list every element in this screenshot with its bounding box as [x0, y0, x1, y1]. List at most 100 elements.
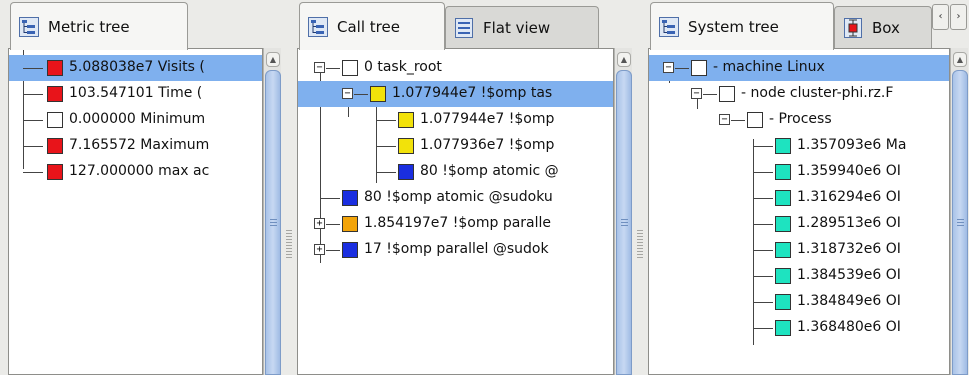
tree-row-label: 1.289513e6 OI — [797, 215, 901, 231]
tab-scroll-left-button[interactable]: ‹ — [932, 4, 949, 30]
tree-row-label: 0.000000 Minimum — [69, 111, 206, 127]
tree-connector-line — [23, 146, 43, 147]
tree-row[interactable]: 5.088038e7 Visits ( — [9, 55, 262, 81]
tree-row[interactable]: 127.000000 max ac — [9, 159, 262, 185]
color-swatch-icon — [775, 190, 791, 206]
tree-row-label: 1.316294e6 OI — [797, 189, 901, 205]
tree-row[interactable]: 1.384849e6 OI — [649, 289, 949, 315]
system-tree-view[interactable]: - machine Linux − - node cluster-phi.rz.F −… — [648, 48, 950, 375]
chevron-left-icon: ‹ — [938, 11, 943, 22]
tree-row[interactable]: 0 task_root — [298, 55, 613, 81]
call-tree-view[interactable]: 0 task_root − 1.077944e7 !$omp tas − 1.07794… — [297, 48, 614, 375]
tree-connector-line — [753, 224, 773, 225]
expand-toggle-icon[interactable]: + — [314, 218, 325, 229]
tree-row[interactable]: 1.357093e6 Ma — [649, 133, 949, 159]
tab-system-tree[interactable]: System tree — [650, 2, 834, 50]
tab-box-plot[interactable]: Box — [834, 6, 932, 48]
tree-row[interactable]: 1.359940e6 OI — [649, 159, 949, 185]
tab-label: Call tree — [337, 17, 400, 36]
color-swatch-icon — [775, 242, 791, 258]
scrollbar-thumb[interactable] — [265, 70, 281, 375]
tree-icon — [19, 16, 39, 37]
tree-row-label: 80 !$omp atomic @sudoku — [364, 189, 553, 205]
scrollbar-thumb[interactable] — [952, 70, 968, 375]
tab-metric-tree[interactable]: Metric tree — [10, 2, 188, 50]
tree-row[interactable]: 1.316294e6 OI — [649, 185, 949, 211]
scroll-up-arrow-icon[interactable]: ▲ — [617, 52, 631, 67]
tree-row[interactable]: 1.077944e7 !$omp — [298, 107, 613, 133]
scrollbar-thumb[interactable] — [616, 70, 632, 375]
tree-row[interactable]: 1.384539e6 OI — [649, 263, 949, 289]
tree-row[interactable]: 1.854197e7 !$omp paralle — [298, 211, 613, 237]
tree-row-label: 1.318732e6 OI — [797, 241, 901, 257]
panel-splitter[interactable] — [286, 230, 292, 258]
color-swatch-icon — [691, 60, 707, 76]
tree-row-label: 17 !$omp parallel @sudok — [364, 241, 549, 257]
tree-row[interactable]: 80 !$omp atomic @ — [298, 159, 613, 185]
call-panel: Call tree Flat view 0 task_root − 1.077944… — [297, 0, 634, 375]
tree-connector-line — [376, 146, 396, 147]
tree-connector-line — [23, 172, 43, 173]
tree-row[interactable]: 7.165572 Maximum — [9, 133, 262, 159]
expand-toggle-icon[interactable]: − — [342, 88, 353, 99]
tree-row[interactable]: 1.318732e6 OI — [649, 237, 949, 263]
color-swatch-icon — [47, 86, 63, 102]
system-panel: System tree Box ‹ › - machine Linux − - no… — [648, 0, 969, 375]
tree-row-label: 1.384539e6 OI — [797, 267, 901, 283]
tree-row-label: 127.000000 max ac — [69, 163, 210, 179]
tree-row[interactable]: 103.547101 Time ( — [9, 81, 262, 107]
tree-row-label: 5.088038e7 Visits ( — [69, 59, 205, 75]
color-swatch-icon — [342, 190, 358, 206]
metric-tree-view[interactable]: 5.088038e7 Visits ( 103.547101 Time ( 0.00… — [8, 48, 263, 375]
system-scrollbar[interactable]: ▲ — [950, 48, 968, 375]
call-tab-bar: Call tree Flat view — [297, 0, 634, 50]
call-scrollbar[interactable]: ▲ — [614, 48, 632, 375]
tab-label: System tree — [688, 17, 779, 36]
expand-toggle-icon[interactable]: − — [691, 88, 702, 99]
tree-row[interactable]: - machine Linux — [649, 55, 949, 81]
tree-row[interactable]: 17 !$omp parallel @sudok — [298, 237, 613, 263]
tree-connector-line — [23, 120, 43, 121]
color-swatch-icon — [398, 164, 414, 180]
expand-toggle-icon[interactable]: − — [314, 62, 325, 73]
tab-label: Metric tree — [48, 17, 130, 36]
tree-icon — [308, 16, 328, 37]
metric-panel: Metric tree 5.088038e7 Visits ( 103.54710… — [8, 0, 283, 375]
tree-connector-line — [326, 68, 340, 69]
tree-connector-line — [731, 120, 745, 121]
color-swatch-icon — [398, 138, 414, 154]
system-tab-bar: System tree Box ‹ › — [648, 0, 969, 50]
tree-row-label: 103.547101 Time ( — [69, 85, 203, 101]
color-swatch-icon — [398, 112, 414, 128]
tree-row[interactable]: - Process — [649, 107, 949, 133]
metric-scrollbar[interactable]: ▲ — [263, 48, 281, 375]
scroll-up-arrow-icon[interactable]: ▲ — [266, 52, 280, 67]
tree-row-label: - node cluster-phi.rz.F — [741, 85, 894, 101]
grip-icon — [957, 218, 964, 228]
tree-row-label: 7.165572 Maximum — [69, 137, 210, 153]
tree-connector-line — [23, 94, 43, 95]
expand-toggle-icon[interactable]: − — [719, 114, 730, 125]
tree-row[interactable]: 1.077936e7 !$omp — [298, 133, 613, 159]
tree-row-label: - machine Linux — [713, 59, 825, 75]
tree-row[interactable]: 1.368480e6 OI — [649, 315, 949, 341]
color-swatch-icon — [342, 242, 358, 258]
list-icon — [455, 17, 473, 38]
tree-row[interactable]: 0.000000 Minimum — [9, 107, 262, 133]
tab-flat-view[interactable]: Flat view — [445, 6, 599, 48]
expand-toggle-icon[interactable]: − — [663, 62, 674, 73]
tab-call-tree[interactable]: Call tree — [299, 2, 445, 50]
color-swatch-icon — [342, 216, 358, 232]
color-swatch-icon — [775, 294, 791, 310]
panel-splitter[interactable] — [637, 230, 643, 258]
tab-label: Flat view — [483, 18, 551, 37]
tree-connector-line — [376, 172, 396, 173]
tree-row-label: 1.077944e7 !$omp — [420, 111, 555, 127]
tree-connector-line — [753, 302, 773, 303]
scroll-up-arrow-icon[interactable]: ▲ — [953, 52, 967, 67]
expand-toggle-icon[interactable]: + — [314, 244, 325, 255]
tree-connector-line — [326, 224, 340, 225]
tree-row[interactable]: 80 !$omp atomic @sudoku — [298, 185, 613, 211]
tree-row[interactable]: 1.289513e6 OI — [649, 211, 949, 237]
tab-scroll-right-button[interactable]: › — [950, 4, 967, 30]
